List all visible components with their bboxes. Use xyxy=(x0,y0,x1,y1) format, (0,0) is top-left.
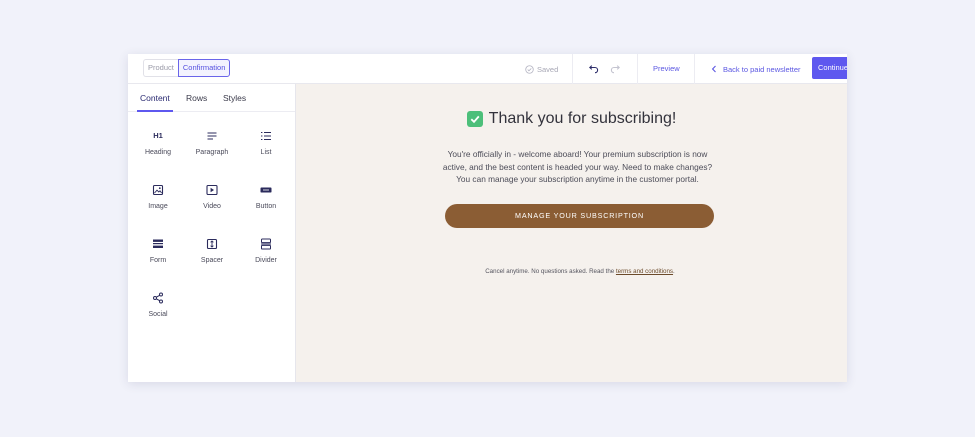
tool-label: Divider xyxy=(255,257,277,264)
back-link[interactable]: Back to paid newsletter xyxy=(711,54,801,84)
tool-image[interactable]: Image xyxy=(131,184,185,210)
preview-button[interactable]: Preview xyxy=(653,54,680,84)
undo-icon[interactable] xyxy=(587,63,599,75)
toolbar-divider xyxy=(694,54,695,84)
check-mark-icon xyxy=(466,111,483,127)
tool-social[interactable]: Social xyxy=(131,292,185,318)
tool-label: Social xyxy=(148,311,168,318)
tool-form[interactable]: Form xyxy=(131,238,185,264)
tool-label: Spacer xyxy=(200,257,224,264)
footnote[interactable]: Cancel anytime. No questions asked. Read… xyxy=(296,268,847,275)
tool-button[interactable]: Button xyxy=(239,184,293,210)
tool-label: Form xyxy=(149,257,167,264)
footnote-period: . xyxy=(673,268,675,275)
save-status: Saved xyxy=(525,54,558,84)
tool-label: Heading xyxy=(144,149,172,156)
sidebar: Content Rows Styles H1 Heading Paragraph… xyxy=(128,84,296,382)
divider-icon xyxy=(261,238,271,250)
paragraph-icon xyxy=(207,132,217,140)
continue-button[interactable]: Continue xyxy=(812,57,847,79)
spacer-icon xyxy=(206,238,218,250)
editor-window: Product Confirmation Saved Preview Back … xyxy=(128,54,847,382)
save-status-label: Saved xyxy=(537,64,559,74)
sidebar-tabs: Content Rows Styles xyxy=(128,84,295,112)
share-icon xyxy=(153,292,163,304)
chevron-left-icon xyxy=(711,65,716,73)
tab-content[interactable]: Content xyxy=(140,93,170,103)
tool-label: List xyxy=(260,149,272,156)
page-confirmation-button[interactable]: Confirmation xyxy=(177,59,231,77)
page-product-button[interactable]: Product xyxy=(143,59,178,77)
tool-label: Video xyxy=(203,203,221,210)
tool-paragraph[interactable]: Paragraph xyxy=(185,130,239,156)
manage-subscription-button[interactable]: MANAGE YOUR SUBSCRIPTION xyxy=(445,204,714,228)
toolbar-divider xyxy=(637,54,638,84)
image-icon xyxy=(152,184,164,196)
tool-label: Image xyxy=(148,203,168,210)
tool-spacer[interactable]: Spacer xyxy=(185,238,239,264)
form-icon xyxy=(153,239,163,248)
button-icon xyxy=(260,187,272,193)
tab-styles[interactable]: Styles xyxy=(223,93,246,103)
tool-list[interactable]: List xyxy=(239,130,293,156)
toolbar-divider xyxy=(572,54,573,84)
heading-text: Thank you for subscribing! xyxy=(488,110,677,127)
list-icon xyxy=(261,131,271,141)
confirmation-paragraph[interactable]: You're officially in - welcome aboard! Y… xyxy=(436,148,719,186)
h1-icon: H1 xyxy=(153,131,163,140)
tool-video[interactable]: Video xyxy=(185,184,239,210)
tool-label: Button xyxy=(255,203,277,210)
tool-heading[interactable]: H1 Heading xyxy=(131,130,185,156)
top-toolbar: Product Confirmation Saved Preview Back … xyxy=(128,54,847,84)
back-link-label: Back to paid newsletter xyxy=(723,64,801,74)
thank-you-heading[interactable]: Thank you for subscribing! xyxy=(296,110,847,128)
check-circle-icon xyxy=(525,64,534,74)
tool-divider[interactable]: Divider xyxy=(239,238,293,264)
email-canvas[interactable]: Thank you for subscribing! You're offici… xyxy=(296,84,847,382)
terms-link[interactable]: terms and conditions xyxy=(616,268,673,275)
page-switcher: Product Confirmation xyxy=(143,59,231,77)
active-tab-indicator xyxy=(137,110,173,112)
footnote-text: Cancel anytime. No questions asked. Read… xyxy=(485,268,615,275)
tool-label: Paragraph xyxy=(195,149,229,156)
redo-icon[interactable] xyxy=(610,63,622,75)
tab-rows[interactable]: Rows xyxy=(186,93,207,103)
video-icon xyxy=(206,184,218,196)
